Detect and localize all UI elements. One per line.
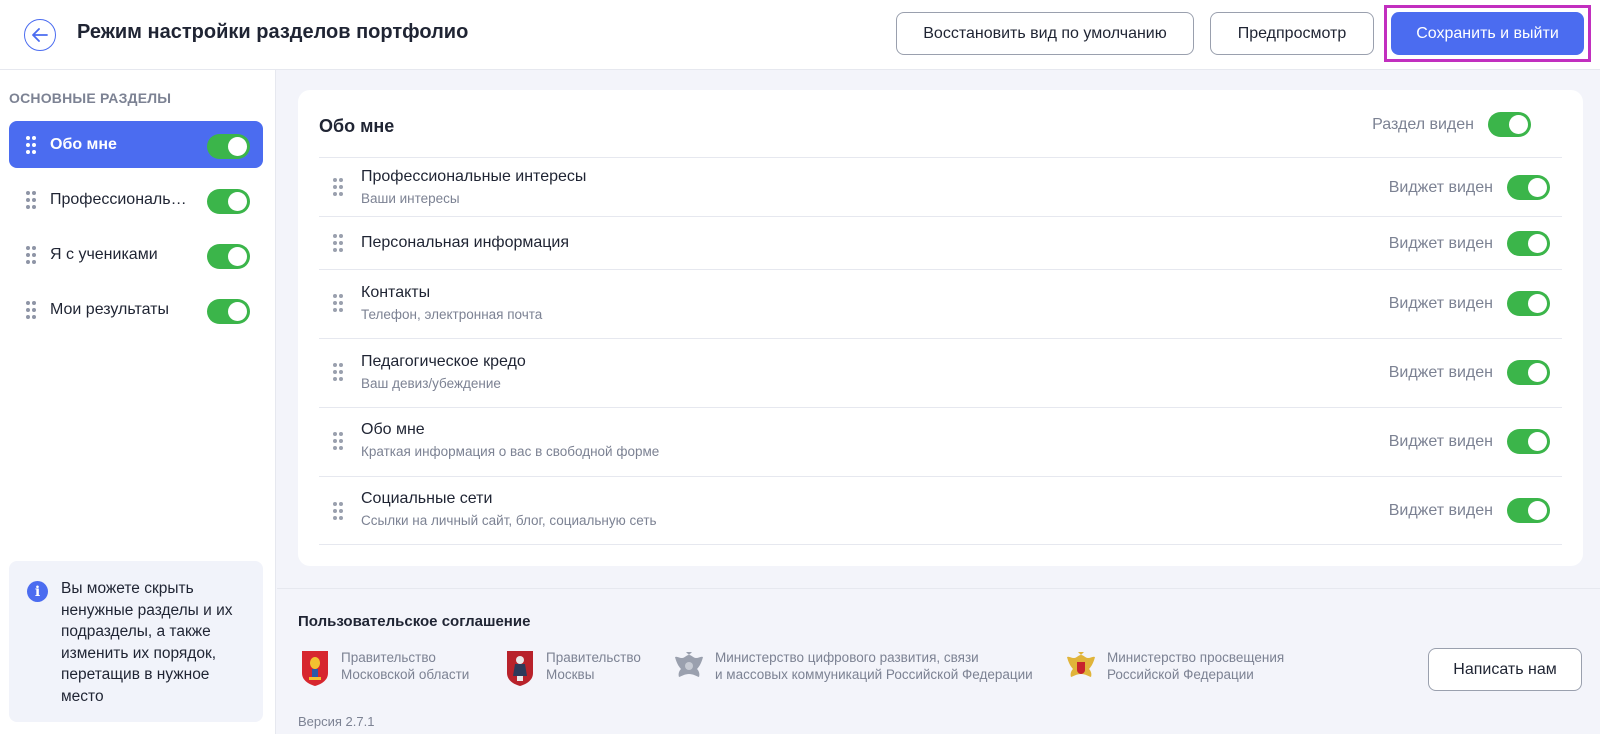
drag-handle-icon[interactable] <box>333 363 343 381</box>
widget-row-social-networks: Социальные сети Ссылки на личный сайт, б… <box>319 476 1562 545</box>
sidebar-item-label: Мои результаты <box>50 300 169 318</box>
widget-visibility-label: Виджет виден <box>1388 363 1493 381</box>
back-button[interactable] <box>24 19 56 51</box>
widget-visibility-control: Виджет виден <box>1389 175 1550 200</box>
top-bar: Режим настройки разделов портфолио Восст… <box>0 0 1600 70</box>
widget-title: Социальные сети <box>361 490 493 507</box>
restore-default-button[interactable]: Восстановить вид по умолчанию <box>896 12 1194 55</box>
sidebar: ОСНОВНЫЕ РАЗДЕЛЫ Обо мне Профессиональны… <box>0 70 276 734</box>
drag-handle-icon[interactable] <box>333 432 343 450</box>
page-title: Режим настройки разделов портфолио <box>77 21 469 43</box>
partner-moscow[interactable]: Правительство Москвы <box>505 649 641 687</box>
partner-moscow-oblast[interactable]: Правительство Московской области <box>300 649 469 687</box>
widget-row-contacts: Контакты Телефон, электронная почта Видж… <box>319 269 1562 338</box>
widget-title: Персональная информация <box>361 234 570 251</box>
drag-handle-icon[interactable] <box>26 300 36 319</box>
sidebar-item-label: Обо мне <box>50 135 117 153</box>
info-hint-text: Вы можете скрыть ненужные разделы и их п… <box>61 580 233 705</box>
sidebar-item-my-results[interactable]: Мои результаты <box>9 286 263 333</box>
widget-subtitle: Ваши интересы <box>361 191 460 206</box>
widget-row-personal-info: Персональная информация Виджет виден <box>319 216 1562 269</box>
partner-name: Правительство Московской области <box>341 650 470 682</box>
widget-visibility-control: Виджет виден <box>1389 498 1550 523</box>
contact-us-button[interactable]: Написать нам <box>1428 648 1582 691</box>
widget-subtitle: Ссылки на личный сайт, блог, социальную … <box>361 513 657 528</box>
partner-ministry-digital[interactable]: Министерство цифрового развития, связи и… <box>674 649 1033 687</box>
widget-visibility-control: Виджет виден <box>1389 291 1550 316</box>
widget-visibility-label: Виджет виден <box>1388 234 1493 252</box>
drag-handle-icon[interactable] <box>333 294 343 312</box>
footer: Пользовательское соглашение Правительств… <box>277 588 1600 734</box>
moscow-oblast-emblem-icon <box>302 651 328 686</box>
section-visibility-toggle[interactable] <box>207 189 250 214</box>
partner-name: Правительство Москвы <box>546 650 641 682</box>
widget-visibility-control: Виджет виден <box>1389 231 1550 256</box>
drag-handle-icon[interactable] <box>26 135 36 154</box>
section-visibility-label: Раздел виден <box>1372 115 1474 133</box>
widget-visibility-toggle[interactable] <box>1507 291 1550 316</box>
user-agreement-link[interactable]: Пользовательское соглашение <box>298 613 530 630</box>
widget-visibility-label: Виджет виден <box>1388 501 1493 519</box>
widget-visibility-label: Виджет виден <box>1388 432 1493 450</box>
widget-subtitle: Телефон, электронная почта <box>361 307 543 322</box>
sidebar-item-label: Я с учениками <box>50 245 158 263</box>
drag-handle-icon[interactable] <box>333 502 343 520</box>
widget-visibility-label: Виджет виден <box>1388 178 1493 196</box>
widget-visibility-toggle[interactable] <box>1507 360 1550 385</box>
partner-ministry-education[interactable]: Министерство просвещения Российской Феде… <box>1066 649 1284 687</box>
drag-handle-icon[interactable] <box>26 190 36 209</box>
info-hint-box: i Вы можете скрыть ненужные разделы и их… <box>9 561 263 722</box>
sidebar-heading: ОСНОВНЫЕ РАЗДЕЛЫ <box>9 90 172 106</box>
moscow-emblem-icon <box>507 651 533 686</box>
russia-emblem-icon <box>675 652 703 677</box>
widget-title: Профессиональные интересы <box>361 168 587 185</box>
section-visibility-toggle[interactable] <box>1488 112 1531 137</box>
save-and-exit-button[interactable]: Сохранить и выйти <box>1391 12 1584 55</box>
section-visibility-control: Раздел виден <box>1372 112 1531 137</box>
drag-handle-icon[interactable] <box>333 234 343 252</box>
section-visibility-toggle[interactable] <box>207 299 250 324</box>
arrow-left-icon <box>32 28 48 42</box>
widget-visibility-toggle[interactable] <box>1507 429 1550 454</box>
widget-visibility-toggle[interactable] <box>1507 231 1550 256</box>
russia-emblem-color-icon <box>1067 652 1095 677</box>
section-visibility-toggle[interactable] <box>207 244 250 269</box>
widget-row-about-me: Обо мне Краткая информация о вас в свобо… <box>319 407 1562 476</box>
widget-visibility-control: Виджет виден <box>1389 360 1550 385</box>
sidebar-item-about-me[interactable]: Обо мне <box>9 121 263 168</box>
section-settings-card: Обо мне Раздел виден Профессиональные ин… <box>298 90 1583 566</box>
drag-handle-icon[interactable] <box>333 178 343 196</box>
widget-visibility-toggle[interactable] <box>1507 498 1550 523</box>
widget-row-professional-interests: Профессиональные интересы Ваши интересы … <box>319 157 1562 216</box>
section-visibility-toggle[interactable] <box>207 134 250 159</box>
app-version: Версия 2.7.1 <box>298 714 375 729</box>
widget-title: Обо мне <box>361 421 425 438</box>
partner-name: Министерство цифрового развития, связи и… <box>715 650 1033 682</box>
preview-button[interactable]: Предпросмотр <box>1210 12 1374 55</box>
widget-title: Контакты <box>361 284 431 301</box>
sidebar-item-label: Профессиональные интересы <box>50 190 190 208</box>
info-icon: i <box>27 581 48 602</box>
widget-visibility-toggle[interactable] <box>1507 175 1550 200</box>
widget-row-pedagogical-credo: Педагогическое кредо Ваш девиз/убеждение… <box>319 338 1562 407</box>
widget-visibility-control: Виджет виден <box>1389 429 1550 454</box>
widget-subtitle: Ваш девиз/убеждение <box>361 376 501 391</box>
widget-visibility-label: Виджет виден <box>1388 294 1493 312</box>
sidebar-item-professional-interests[interactable]: Профессиональные интересы <box>9 176 263 223</box>
partner-name: Министерство просвещения Российской Феде… <box>1107 650 1285 682</box>
widget-title: Педагогическое кредо <box>361 353 526 370</box>
drag-handle-icon[interactable] <box>26 245 36 264</box>
widget-subtitle: Краткая информация о вас в свободной фор… <box>361 444 660 459</box>
sidebar-item-with-students[interactable]: Я с учениками <box>9 231 263 278</box>
section-title: Обо мне <box>319 116 395 136</box>
